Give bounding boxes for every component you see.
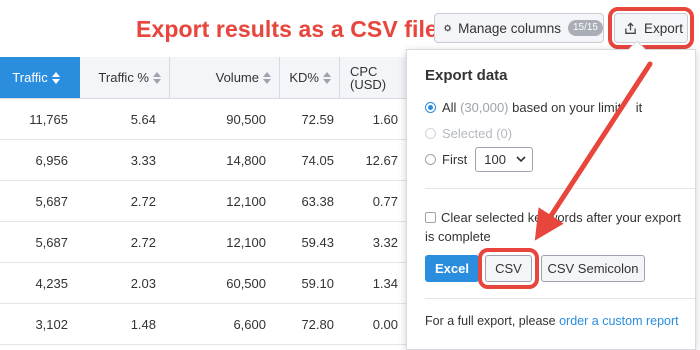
screenshot-stage: Traffic Traffic % Volume KD% CPC (USD) 1… <box>0 0 700 350</box>
excel-button[interactable]: Excel <box>425 255 479 282</box>
option-all-count: (30,000) <box>460 100 509 115</box>
annotation-title: Export results as a CSV file <box>136 16 438 42</box>
table-row[interactable]: 5,687 2.72 12,100 63.38 0.77 <box>0 181 410 222</box>
column-header-traffic-percent[interactable]: Traffic % <box>80 57 170 98</box>
table-cell: 5.64 <box>130 111 156 127</box>
table-cell: 12.67 <box>365 152 398 168</box>
export-data-panel: Export data All (30,000) based on your l… <box>406 40 696 350</box>
table-cell: 5,687 <box>35 234 68 250</box>
option-all-tail: it <box>635 100 643 115</box>
csv-button[interactable]: CSV <box>478 248 539 289</box>
table-row[interactable]: 4,235 2.03 60,500 59.10 1.34 <box>0 263 410 304</box>
option-all-label: All <box>442 100 457 115</box>
table-row[interactable]: 6,956 3.33 14,800 74.05 12.67 <box>0 140 410 181</box>
panel-caret <box>628 40 646 58</box>
column-header-label: Traffic <box>12 70 48 85</box>
table-row[interactable]: 11,765 5.64 90,500 72.59 1.60 <box>0 99 410 140</box>
table-cell: 1.48 <box>130 316 156 332</box>
table-cell: 59.43 <box>301 234 334 250</box>
table-cell: 1.60 <box>372 111 398 127</box>
table-cell: 2.72 <box>130 193 156 209</box>
export-option-first[interactable]: First 100 <box>425 147 534 172</box>
export-icon <box>625 21 636 34</box>
radio-first[interactable] <box>425 154 436 165</box>
option-selected-count: (0) <box>496 126 513 141</box>
column-header-kd[interactable]: KD% <box>280 57 340 98</box>
panel-divider <box>425 298 695 299</box>
table-cell: 60,500 <box>226 275 266 291</box>
clear-selected-option[interactable]: Clear selected keywords after your expor… <box>425 208 685 246</box>
panel-divider <box>425 188 695 189</box>
custom-report-link[interactable]: order a custom report <box>559 314 679 328</box>
table-cell: 11,765 <box>29 111 68 127</box>
option-selected-label: Selected <box>442 126 493 141</box>
table-cell: 0.77 <box>372 193 398 209</box>
chevron-down-icon <box>516 156 526 163</box>
column-header-label: Volume <box>215 70 259 85</box>
table-header: Traffic Traffic % Volume KD% CPC (USD) <box>0 57 410 99</box>
export-option-all[interactable]: All (30,000) based on your limit it <box>425 100 642 115</box>
manage-columns-label: Manage columns <box>458 20 561 36</box>
table-cell: 12,100 <box>226 234 266 250</box>
first-count-select[interactable]: 100 <box>475 147 534 172</box>
cpc-label-line1: CPC <box>350 63 378 79</box>
sort-icon <box>153 71 161 84</box>
table-cell: 63.38 <box>301 193 334 209</box>
table-cell: 90,500 <box>226 111 266 127</box>
table-row[interactable]: 5,687 2.72 12,100 59.43 3.32 <box>0 222 410 263</box>
option-first-label: First <box>442 152 468 167</box>
manage-columns-button[interactable]: Manage columns 15/15 <box>434 13 604 43</box>
sort-icon <box>51 71 60 84</box>
columns-count-badge: 15/15 <box>567 20 603 36</box>
table-cell: 6,956 <box>35 152 68 168</box>
clear-selected-checkbox[interactable] <box>425 212 436 223</box>
clear-selected-label: Clear selected keywords after your expor… <box>425 210 681 244</box>
table-cell: 3,102 <box>35 316 68 332</box>
table-cell: 3.32 <box>372 234 398 250</box>
table-cell: 4,235 <box>35 275 68 291</box>
table-cell: 59.10 <box>301 275 334 291</box>
column-header-label: KD% <box>289 70 319 85</box>
table-cell: 14,800 <box>226 152 266 168</box>
table-body: 11,765 5.64 90,500 72.59 1.60 6,956 3.33 14,800… <box>0 99 410 345</box>
table-cell: 0.00 <box>372 316 398 332</box>
sort-icon <box>263 71 271 84</box>
panel-footer: For a full export, please order a custom… <box>425 314 679 328</box>
gear-icon <box>444 24 452 32</box>
table-cell: 72.80 <box>301 316 334 332</box>
table-cell: 74.05 <box>301 152 334 168</box>
table-cell: 2.03 <box>130 275 156 291</box>
sort-icon <box>323 71 331 84</box>
column-header-volume[interactable]: Volume <box>170 57 280 98</box>
column-header-cpc[interactable]: CPC (USD) <box>340 57 410 98</box>
table-row[interactable]: 3,102 1.48 6,600 72.80 0.00 <box>0 304 410 345</box>
panel-title: Export data <box>425 67 508 84</box>
keywords-table: Traffic Traffic % Volume KD% CPC (USD) 1… <box>0 57 410 345</box>
table-cell: 3.33 <box>130 152 156 168</box>
table-cell: 12,100 <box>226 193 266 209</box>
table-cell: 72.59 <box>301 111 334 127</box>
radio-selected[interactable] <box>425 128 436 139</box>
cpc-label-line2: (USD) <box>350 76 387 92</box>
radio-all[interactable] <box>425 102 436 113</box>
first-count-value: 100 <box>484 152 506 167</box>
table-cell: 5,687 <box>35 193 68 209</box>
export-label: Export <box>644 20 684 36</box>
export-button[interactable]: Export <box>608 7 694 49</box>
footer-text: For a full export, please <box>425 314 556 328</box>
column-header-label: CPC (USD) <box>350 65 386 91</box>
option-all-note: based on your limit <box>512 100 622 115</box>
export-option-selected[interactable]: Selected (0) <box>425 126 512 141</box>
table-cell: 6,600 <box>233 316 266 332</box>
column-header-traffic[interactable]: Traffic <box>0 57 80 98</box>
csv-semicolon-button[interactable]: CSV Semicolon <box>541 255 645 282</box>
table-cell: 2.72 <box>130 234 156 250</box>
column-header-label: Traffic % <box>98 70 149 85</box>
table-cell: 1.34 <box>372 275 398 291</box>
